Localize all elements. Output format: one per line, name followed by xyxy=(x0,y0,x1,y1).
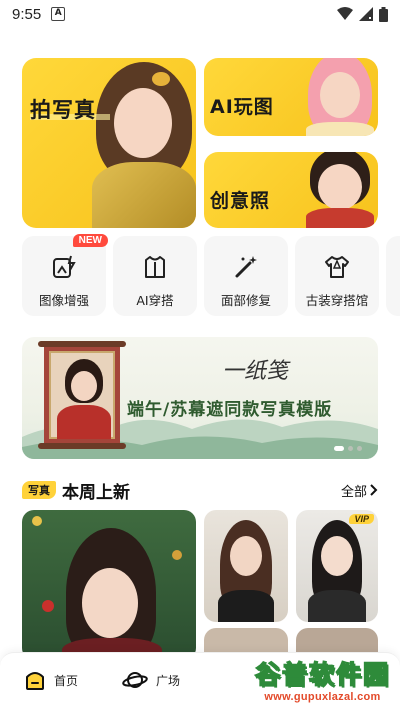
section-title: 本周上新 xyxy=(62,482,130,503)
watermark-url: www.gupuxlazal.com xyxy=(264,691,381,703)
tool-label: 古装穿搭馆 xyxy=(305,293,369,308)
banner-calligraphy: 一纸笺 xyxy=(222,359,289,384)
tool-face-repair[interactable]: 面部修复 xyxy=(204,236,288,316)
tool-ai-outfit[interactable]: AI穿搭 xyxy=(113,236,197,316)
watermark-name: 谷普软件园 xyxy=(254,659,390,690)
carousel-dot xyxy=(357,446,362,451)
notification-a-icon: A xyxy=(51,7,66,21)
battery-icon xyxy=(379,6,388,22)
chevron-right-icon xyxy=(370,484,378,496)
ai-play-card[interactable]: AI玩图 xyxy=(204,58,378,136)
creative-photo-title: 创意照 xyxy=(210,190,271,212)
photo-shoot-card[interactable]: 拍写真 xyxy=(22,58,196,228)
portrait-woman-image xyxy=(92,58,196,228)
magic-wand-icon xyxy=(235,256,257,278)
new-this-week-header: 写真 本周上新 全部 xyxy=(22,478,378,503)
section-tag: 写真 xyxy=(22,481,56,499)
nav-home[interactable]: 首页 xyxy=(24,669,78,691)
photo-shoot-title: 拍写真 xyxy=(30,98,96,122)
nav-square[interactable]: 广场 xyxy=(122,669,180,691)
home-icon xyxy=(26,672,44,690)
vip-badge: VIP xyxy=(349,514,374,524)
tool-more-partial[interactable] xyxy=(386,236,400,316)
creative-photo-card[interactable]: 创意照 xyxy=(204,152,378,228)
nav-square-label: 广场 xyxy=(156,673,181,688)
view-all-link[interactable]: 全部 xyxy=(341,481,378,500)
costume-icon xyxy=(325,256,349,278)
tool-image-enhance[interactable]: NEW 图像增强 xyxy=(22,234,108,316)
carousel-dot xyxy=(348,446,353,451)
scroll-portrait-image xyxy=(38,341,126,449)
status-time: 9:55 xyxy=(12,5,42,23)
planet-icon xyxy=(122,672,148,688)
tool-label: 图像增强 xyxy=(38,293,89,308)
watermark-logo: 谷普软件园 www.gupuxlazal.com xyxy=(254,655,390,703)
tool-label: AI穿搭 xyxy=(136,293,174,308)
tool-costume-hall[interactable]: 古装穿搭馆 xyxy=(295,236,379,316)
gallery-item-portrait-3[interactable]: VIP xyxy=(296,510,378,622)
gallery-item-portrait-2[interactable] xyxy=(204,510,288,622)
signal-icon xyxy=(359,7,373,21)
carousel-dots xyxy=(334,446,362,451)
banner-text: 端午/苏幕遮同款写真模版 xyxy=(127,400,333,420)
nav-home-label: 首页 xyxy=(54,673,79,688)
carousel-dot-active xyxy=(334,446,344,451)
portrait-pink-hair-image xyxy=(300,58,378,136)
status-bar: 9:55 A xyxy=(0,0,400,28)
view-all-label: 全部 xyxy=(340,484,367,500)
tool-label: 面部修复 xyxy=(220,293,271,308)
bottom-nav: 首页 广场 谷普软件园 www.gupuxlazal.com xyxy=(0,652,400,711)
image-enhance-icon xyxy=(53,255,76,278)
new-badge: NEW xyxy=(72,234,108,247)
gallery-item-christmas[interactable] xyxy=(22,510,196,660)
dragon-boat-banner[interactable]: 一纸笺 端午/苏幕遮同款写真模版 xyxy=(22,337,378,459)
outfit-icon xyxy=(145,256,165,278)
portrait-child-image xyxy=(300,152,378,228)
ai-play-title: AI玩图 xyxy=(210,96,274,118)
wifi-icon xyxy=(337,7,353,20)
